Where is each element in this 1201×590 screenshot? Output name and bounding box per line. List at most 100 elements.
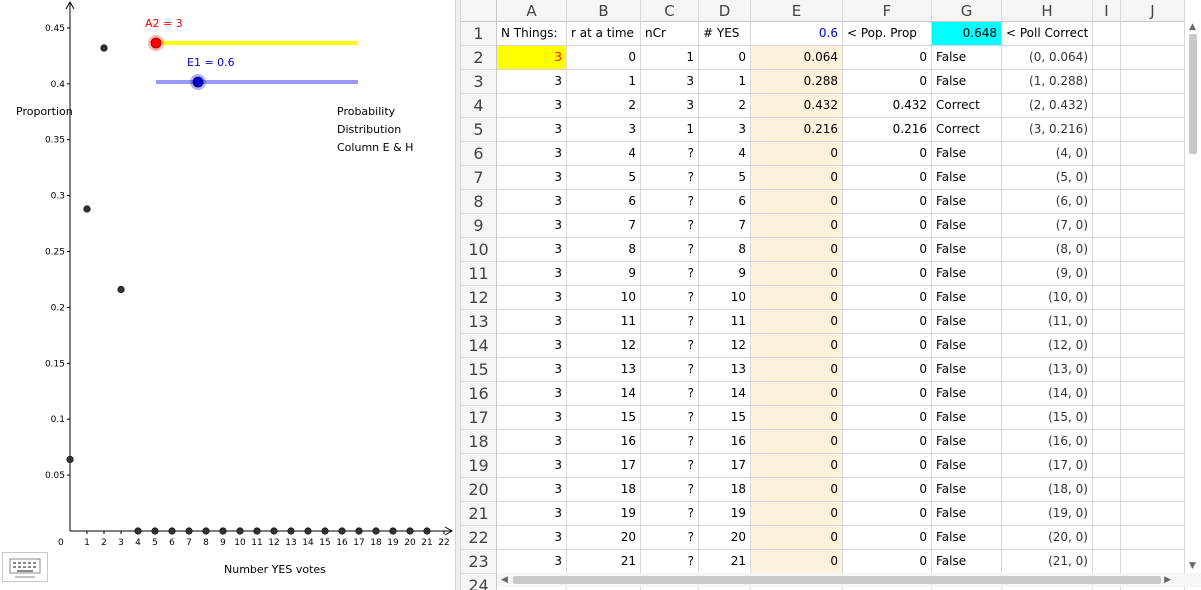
cell-b2[interactable]: 0 <box>567 46 641 70</box>
cell-h1[interactable]: < Poll Correct <box>1002 22 1093 46</box>
cell-j5[interactable] <box>1121 118 1185 142</box>
cell-e22[interactable]: 0 <box>751 526 843 550</box>
cell-j2[interactable] <box>1121 46 1185 70</box>
cell-h17[interactable]: (15, 0) <box>1002 406 1093 430</box>
cell-i10[interactable] <box>1093 238 1121 262</box>
data-point[interactable] <box>100 44 108 52</box>
cell-g21[interactable]: False <box>932 502 1002 526</box>
cell-e14[interactable]: 0 <box>751 334 843 358</box>
cell-h13[interactable]: (11, 0) <box>1002 310 1093 334</box>
cell-g3[interactable]: False <box>932 70 1002 94</box>
cell-b4[interactable]: 2 <box>567 94 641 118</box>
cell-e13[interactable]: 0 <box>751 310 843 334</box>
cell-c3[interactable]: 3 <box>641 70 699 94</box>
cell-d13[interactable]: 11 <box>699 310 751 334</box>
cell-i15[interactable] <box>1093 358 1121 382</box>
cell-e7[interactable]: 0 <box>751 166 843 190</box>
cell-f20[interactable]: 0 <box>843 478 932 502</box>
data-point[interactable] <box>270 527 278 535</box>
cell-i9[interactable] <box>1093 214 1121 238</box>
cell-c18[interactable]: ? <box>641 430 699 454</box>
cell-g17[interactable]: False <box>932 406 1002 430</box>
column-header-i[interactable]: I <box>1093 0 1121 22</box>
row-header[interactable]: 24 <box>461 574 497 590</box>
cell-j19[interactable] <box>1121 454 1185 478</box>
cell-d5[interactable]: 3 <box>699 118 751 142</box>
column-header-g[interactable]: G <box>932 0 1002 22</box>
cell-a13[interactable]: 3 <box>497 310 567 334</box>
cell-i19[interactable] <box>1093 454 1121 478</box>
cell-g23[interactable]: False <box>932 550 1002 574</box>
cell-a9[interactable]: 3 <box>497 214 567 238</box>
cell-c9[interactable]: ? <box>641 214 699 238</box>
cell-h22[interactable]: (20, 0) <box>1002 526 1093 550</box>
cell-b3[interactable]: 1 <box>567 70 641 94</box>
data-point[interactable] <box>423 527 431 535</box>
cell-d17[interactable]: 15 <box>699 406 751 430</box>
cell-c16[interactable]: ? <box>641 382 699 406</box>
row-header[interactable]: 6 <box>461 142 497 166</box>
data-point[interactable] <box>168 527 176 535</box>
cell-b23[interactable]: 21 <box>567 550 641 574</box>
cell-f13[interactable]: 0 <box>843 310 932 334</box>
data-point[interactable] <box>406 527 414 535</box>
cell-f16[interactable]: 0 <box>843 382 932 406</box>
cell-i2[interactable] <box>1093 46 1121 70</box>
row-header[interactable]: 16 <box>461 382 497 406</box>
cell-j8[interactable] <box>1121 190 1185 214</box>
cell-f2[interactable]: 0 <box>843 46 932 70</box>
data-point[interactable] <box>83 205 91 213</box>
cell-c14[interactable]: ? <box>641 334 699 358</box>
cell-a15[interactable]: 3 <box>497 358 567 382</box>
cell-c6[interactable]: ? <box>641 142 699 166</box>
cell-b16[interactable]: 14 <box>567 382 641 406</box>
cell-j15[interactable] <box>1121 358 1185 382</box>
cell-c13[interactable]: ? <box>641 310 699 334</box>
cell-a6[interactable]: 3 <box>497 142 567 166</box>
cell-e2[interactable]: 0.064 <box>751 46 843 70</box>
cell-d2[interactable]: 0 <box>699 46 751 70</box>
cell-f19[interactable]: 0 <box>843 454 932 478</box>
row-header[interactable]: 3 <box>461 70 497 94</box>
cell-f1[interactable]: < Pop. Prop <box>843 22 932 46</box>
cell-f4[interactable]: 0.432 <box>843 94 932 118</box>
cell-e12[interactable]: 0 <box>751 286 843 310</box>
cell-a22[interactable]: 3 <box>497 526 567 550</box>
data-point[interactable] <box>389 527 397 535</box>
cell-c1[interactable]: nCr <box>641 22 699 46</box>
cell-d14[interactable]: 12 <box>699 334 751 358</box>
cell-f10[interactable]: 0 <box>843 238 932 262</box>
cell-g13[interactable]: False <box>932 310 1002 334</box>
cell-j11[interactable] <box>1121 262 1185 286</box>
cell-j10[interactable] <box>1121 238 1185 262</box>
scatter-chart[interactable]: 0.050.10.150.20.250.30.350.40.45 1234567… <box>0 0 455 590</box>
cell-d12[interactable]: 10 <box>699 286 751 310</box>
cell-h4[interactable]: (2, 0.432) <box>1002 94 1093 118</box>
cell-e20[interactable]: 0 <box>751 478 843 502</box>
row-header[interactable]: 20 <box>461 478 497 502</box>
cell-d21[interactable]: 19 <box>699 502 751 526</box>
cell-h20[interactable]: (18, 0) <box>1002 478 1093 502</box>
cell-d9[interactable]: 7 <box>699 214 751 238</box>
cell-f8[interactable]: 0 <box>843 190 932 214</box>
data-point[interactable] <box>372 527 380 535</box>
cell-g19[interactable]: False <box>932 454 1002 478</box>
cell-a23[interactable]: 3 <box>497 550 567 574</box>
cell-i23[interactable] <box>1093 550 1121 574</box>
cell-a21[interactable]: 3 <box>497 502 567 526</box>
cell-f23[interactable]: 0 <box>843 550 932 574</box>
column-header-d[interactable]: D <box>699 0 751 22</box>
cell-b5[interactable]: 3 <box>567 118 641 142</box>
cell-h16[interactable]: (14, 0) <box>1002 382 1093 406</box>
cell-h11[interactable]: (9, 0) <box>1002 262 1093 286</box>
cell-a17[interactable]: 3 <box>497 406 567 430</box>
cell-i14[interactable] <box>1093 334 1121 358</box>
cell-i11[interactable] <box>1093 262 1121 286</box>
cell-i13[interactable] <box>1093 310 1121 334</box>
cell-b7[interactable]: 5 <box>567 166 641 190</box>
cell-i12[interactable] <box>1093 286 1121 310</box>
cell-c20[interactable]: ? <box>641 478 699 502</box>
cell-g4[interactable]: Correct <box>932 94 1002 118</box>
cell-g12[interactable]: False <box>932 286 1002 310</box>
cell-j14[interactable] <box>1121 334 1185 358</box>
